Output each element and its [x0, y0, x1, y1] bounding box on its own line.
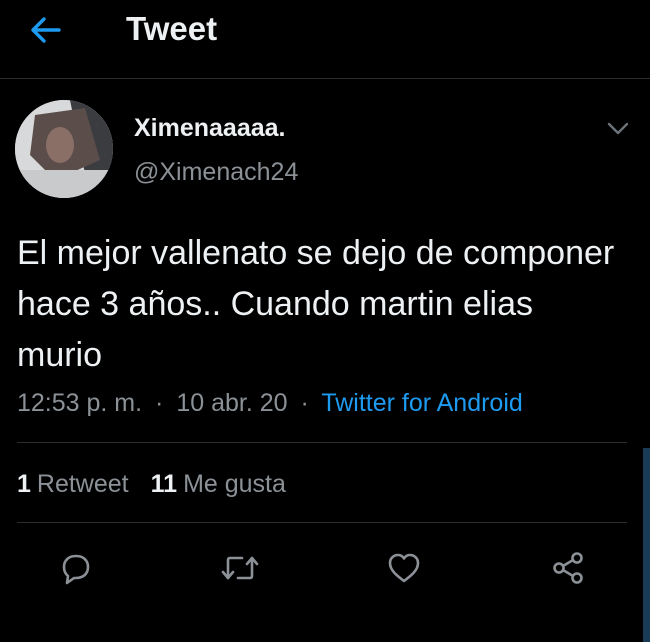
tweet-stats: 1 Retweet 11 Me gusta: [17, 470, 286, 499]
tweet-source-link[interactable]: Twitter for Android: [321, 389, 522, 417]
back-button[interactable]: [26, 12, 66, 48]
like-button[interactable]: [384, 548, 424, 588]
retweet-icon: [221, 556, 259, 580]
divider: [17, 442, 627, 443]
avatar-image: [15, 100, 113, 198]
likes-label: Me gusta: [183, 470, 286, 498]
retweets-stat[interactable]: 1 Retweet: [17, 470, 129, 498]
retweets-label: Retweet: [36, 470, 129, 498]
reply-icon: [62, 554, 90, 585]
chevron-down-icon: [607, 122, 629, 135]
tweet-meta: 12:53 p. m. · 10 abr. 20 · Twitter for A…: [17, 389, 523, 418]
divider: [17, 522, 627, 523]
tweet-time: 12:53 p. m.: [17, 389, 143, 417]
retweet-button[interactable]: [220, 548, 260, 588]
author-handle[interactable]: @Ximenach24: [134, 158, 298, 187]
heart-icon: [388, 553, 420, 583]
retweets-count: 1: [17, 470, 31, 498]
share-button[interactable]: [548, 548, 588, 588]
reply-button[interactable]: [56, 548, 96, 588]
author-display-name[interactable]: Ximenaaaaa.: [134, 114, 286, 143]
meta-separator: ·: [300, 389, 309, 417]
more-options-button[interactable]: [605, 118, 631, 140]
tweet-date: 10 abr. 20: [176, 389, 288, 417]
page-title: Tweet: [126, 10, 218, 47]
scroll-indicator[interactable]: [643, 448, 650, 642]
likes-stat[interactable]: 11 Me gusta: [151, 470, 286, 498]
tweet-text: El mejor vallenato se dejo de componer h…: [17, 234, 615, 374]
share-icon: [553, 552, 583, 584]
meta-separator: ·: [155, 389, 164, 417]
top-bar: Tweet: [0, 0, 650, 79]
arrow-left-icon: [31, 17, 61, 43]
likes-count: 11: [150, 470, 178, 498]
avatar[interactable]: [15, 100, 113, 198]
